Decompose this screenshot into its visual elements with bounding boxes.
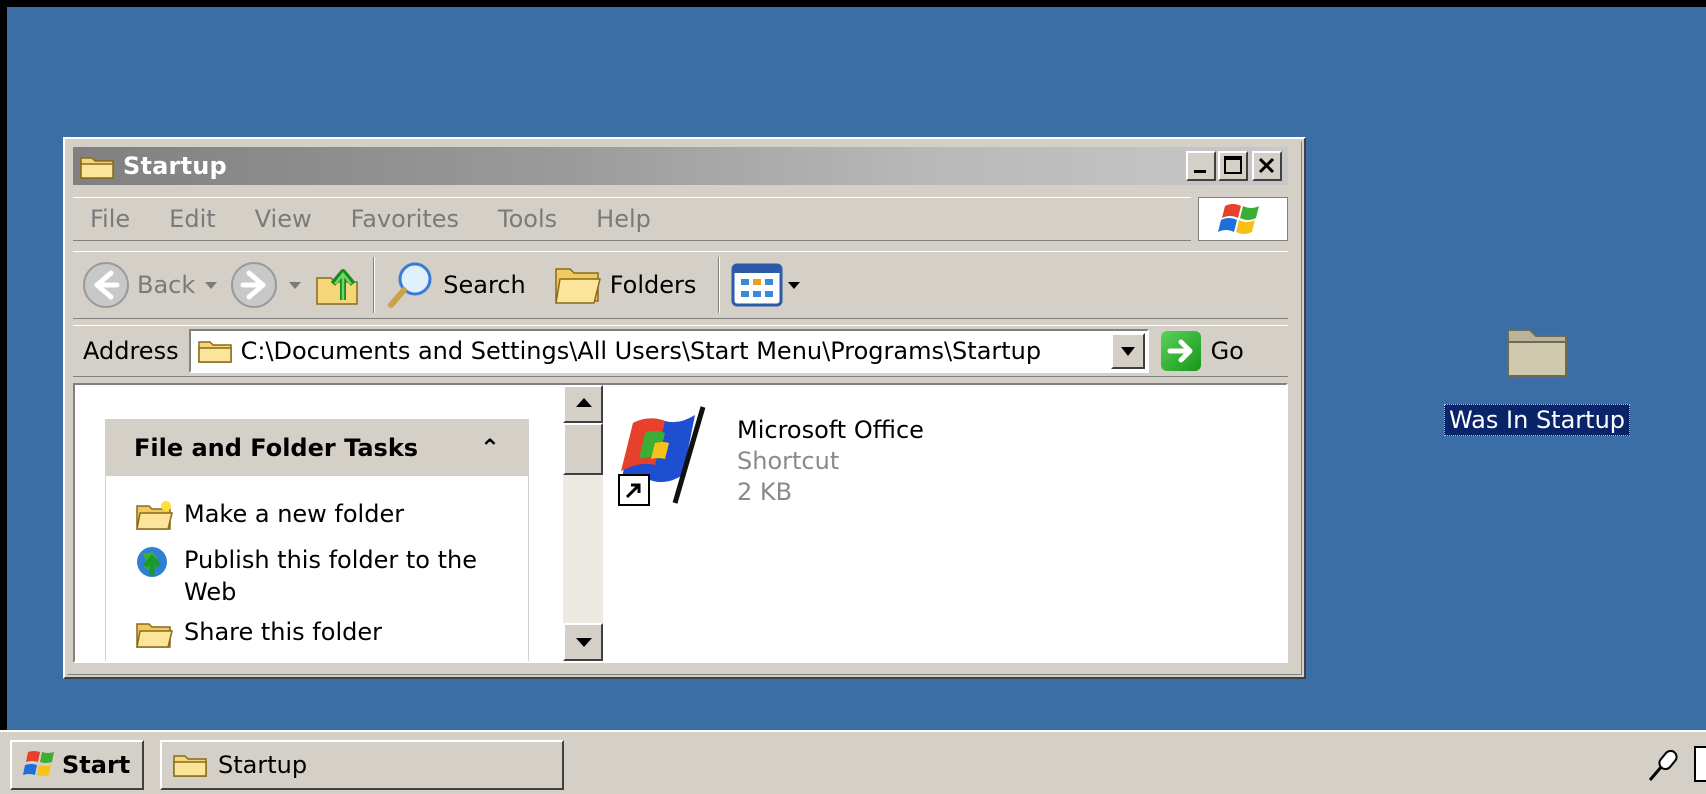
- microphone-icon[interactable]: [1644, 746, 1680, 786]
- minimize-button[interactable]: [1186, 151, 1216, 181]
- go-arrow-icon: [1160, 331, 1201, 371]
- menu-tools[interactable]: Tools: [478, 205, 576, 233]
- address-bar: Address C:\Documents and Settings\All Us…: [73, 325, 1288, 377]
- taskbar: Start Startup: [0, 730, 1706, 794]
- tasks-pane: File and Folder Tasks ⌃ Make a new folde…: [75, 385, 563, 661]
- forward-arrow-icon: [231, 262, 278, 308]
- title-bar[interactable]: Startup: [73, 147, 1288, 185]
- task-publish-folder[interactable]: Publish this folder to the Web: [134, 544, 504, 608]
- new-folder-icon: [136, 501, 173, 530]
- menu-view[interactable]: View: [235, 205, 331, 233]
- menu-file[interactable]: File: [73, 205, 149, 233]
- toolbar: Back Search Folders: [73, 251, 1288, 319]
- language-bar-icon[interactable]: [1694, 746, 1706, 782]
- file-name: Microsoft Office: [737, 416, 924, 444]
- taskbar-window-label: Startup: [218, 751, 308, 779]
- menu-help[interactable]: Help: [576, 205, 670, 233]
- scroll-thumb[interactable]: [563, 423, 603, 475]
- task-label: Publish this folder to the Web: [184, 546, 478, 606]
- screen-border: [0, 0, 7, 794]
- close-button[interactable]: [1252, 151, 1282, 181]
- task-make-new-folder[interactable]: Make a new folder: [134, 498, 504, 534]
- folder-icon: [80, 157, 114, 179]
- back-button[interactable]: Back: [81, 255, 229, 315]
- tasks-scrollbar[interactable]: [563, 385, 603, 661]
- scroll-down-button[interactable]: [563, 623, 603, 661]
- search-label: Search: [443, 271, 526, 299]
- publish-web-icon: [137, 547, 167, 577]
- address-label: Address: [83, 337, 179, 365]
- views-button[interactable]: [730, 255, 804, 315]
- folders-icon: [554, 268, 601, 304]
- file-size: 2 KB: [737, 478, 793, 506]
- task-share-folder[interactable]: Share this folder: [134, 616, 504, 652]
- tasks-title: File and Folder Tasks: [134, 434, 419, 462]
- task-label: Share this folder: [184, 618, 382, 646]
- menu-bar: File Edit View Favorites Tools Help: [73, 197, 1191, 241]
- up-folder-button[interactable]: [313, 255, 363, 315]
- window-title: Startup: [123, 152, 227, 180]
- chevron-down-icon[interactable]: [289, 281, 302, 289]
- forward-button[interactable]: [229, 255, 313, 315]
- start-label: Start: [62, 751, 131, 779]
- menu-edit[interactable]: Edit: [149, 205, 234, 233]
- minimize-icon: [1194, 170, 1206, 173]
- back-label: Back: [137, 271, 196, 299]
- address-dropdown-button[interactable]: [1110, 333, 1145, 369]
- desktop-icon-label: Was In Startup: [1443, 404, 1631, 436]
- windows-logo-icon: [1218, 204, 1259, 234]
- folder-icon: [197, 341, 232, 363]
- file-type: Shortcut: [737, 447, 840, 475]
- menu-favorites[interactable]: Favorites: [331, 205, 478, 233]
- desktop-icon-was-in-startup[interactable]: Was In Startup: [1432, 320, 1642, 436]
- maximize-button[interactable]: [1218, 151, 1248, 181]
- address-value: C:\Documents and Settings\All Users\Star…: [240, 337, 1042, 365]
- scroll-up-button[interactable]: [563, 385, 603, 423]
- chevron-down-icon[interactable]: [788, 281, 801, 289]
- go-button[interactable]: Go: [1160, 331, 1244, 371]
- search-button[interactable]: Search: [385, 255, 526, 315]
- taskbar-window-startup[interactable]: Startup: [160, 740, 564, 790]
- address-input[interactable]: C:\Documents and Settings\All Users\Star…: [188, 329, 1149, 373]
- views-icon: [731, 263, 783, 307]
- folder-icon: [173, 755, 207, 777]
- close-icon: [1258, 157, 1275, 174]
- share-folder-icon: [136, 623, 173, 648]
- screen-border: [0, 0, 1706, 7]
- office-shortcut-icon: [615, 393, 725, 513]
- tasks-header[interactable]: File and Folder Tasks ⌃: [106, 420, 528, 476]
- search-icon: [388, 262, 432, 308]
- folder-icon: [1507, 329, 1567, 377]
- tasks-panel: File and Folder Tasks ⌃ Make a new folde…: [105, 419, 529, 661]
- go-label: Go: [1210, 337, 1244, 365]
- content-area: File and Folder Tasks ⌃ Make a new folde…: [73, 383, 1288, 663]
- file-item[interactable]: Microsoft Office Shortcut 2 KB: [615, 393, 924, 513]
- up-folder-icon: [316, 269, 359, 305]
- chevron-down-icon[interactable]: [205, 281, 218, 289]
- folders-button[interactable]: Folders: [552, 255, 697, 315]
- explorer-window: Startup File Edit View Favorites Tools H…: [63, 137, 1306, 679]
- maximize-icon: [1224, 156, 1242, 174]
- folders-label: Folders: [609, 271, 697, 299]
- collapse-icon[interactable]: ⌃: [480, 434, 500, 462]
- windows-logo-icon: [23, 751, 54, 776]
- windows-logo-box: [1198, 197, 1288, 241]
- task-label: Make a new folder: [184, 500, 405, 528]
- back-arrow-icon: [83, 262, 129, 308]
- start-button[interactable]: Start: [10, 740, 144, 790]
